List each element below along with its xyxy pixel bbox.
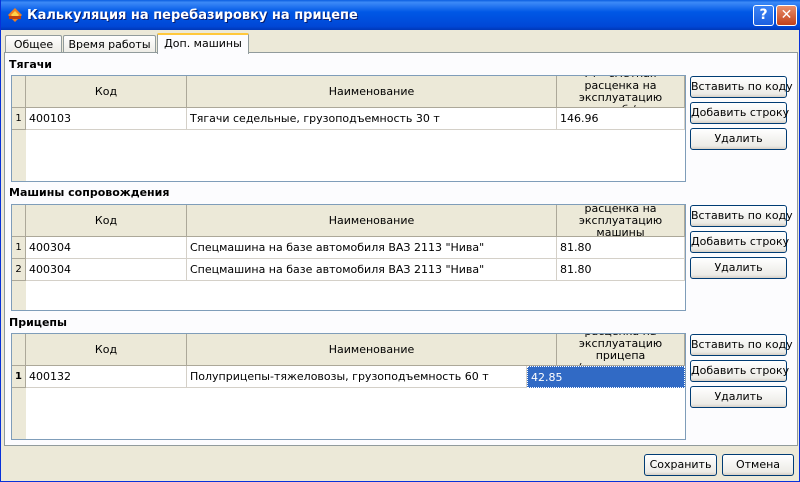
grid-empty-area [26,388,685,439]
cell-code[interactable]: 400132 [26,366,187,388]
grid-empty-area [26,130,685,181]
insert-by-code-button[interactable]: Вставить по коду [690,76,793,98]
window-title: Калькуляция на перебазировку на прицепе [27,8,358,23]
tab-extra-machines[interactable]: Доп. машины [157,33,249,54]
insert-by-code-button[interactable]: Вставить по коду [690,334,793,356]
section-title-trailers: Прицепы [9,316,67,329]
add-row-button[interactable]: Добавить строку [690,102,789,124]
close-button[interactable]: ✕ [776,5,797,26]
delete-button[interactable]: Удалить [690,257,787,279]
cell-rate[interactable]: 146.96 [557,108,685,130]
cell-code[interactable]: 400304 [26,259,187,281]
cell-rate-selected[interactable]: 42.85 [527,366,685,388]
row-number: 1 [12,366,26,388]
column-header-code[interactable]: Код [26,76,187,108]
column-header-name[interactable]: Наименование [187,205,557,237]
insert-by-code-button[interactable]: Вставить по коду [690,205,793,227]
trailers-grid[interactable]: Код Наименование Рпр - сметная расценка … [11,333,686,440]
cell-code[interactable]: 400304 [26,237,187,259]
cell-name[interactable]: Спецмашина на базе автомобиля ВАЗ 2113 "… [187,259,557,281]
column-header-code[interactable]: Код [26,334,187,366]
row-header-corner [12,334,26,366]
cell-code[interactable]: 400103 [26,108,187,130]
cell-name[interactable]: Полуприцепы-тяжеловозы, грузоподъемность… [187,366,527,388]
help-icon: ? [759,7,768,23]
escort-machines-grid[interactable]: Код Наименование Рмс - сметная расценка … [11,204,686,311]
grid-empty-area [26,281,685,310]
section-title-escort-machines: Машины сопровождения [9,186,170,199]
tab-general[interactable]: Общее [5,35,62,53]
column-header-rate[interactable]: Рт - сметная расценка на эксплуатацию тя… [557,76,685,108]
row-number: 1 [12,237,26,259]
delete-button[interactable]: Удалить [690,128,787,150]
close-icon: ✕ [780,7,793,23]
column-header-name[interactable]: Наименование [187,334,557,366]
tractors-grid[interactable]: Код Наименование Рт - сметная расценка н… [11,75,686,182]
title-bar[interactable]: Калькуляция на перебазировку на прицепе … [1,0,800,30]
column-header-code[interactable]: Код [26,205,187,237]
row-number: 1 [12,108,26,130]
tab-strip: Общее Время работы Доп. машины [1,33,800,54]
column-header-name[interactable]: Наименование [187,76,557,108]
cell-name[interactable]: Спецмашина на базе автомобиля ВАЗ 2113 "… [187,237,557,259]
column-header-rate[interactable]: Рпр - сметная расценка на эксплуатацию п… [557,334,685,366]
add-row-button[interactable]: Добавить строку [690,360,789,382]
row-header-corner [12,76,26,108]
row-number: 2 [12,259,26,281]
cell-name[interactable]: Тягачи седельные, грузоподъемность 30 т [187,108,557,130]
section-title-tractors: Тягачи [9,58,52,71]
app-icon [8,8,22,22]
row-header-corner [12,205,26,237]
tab-work-time[interactable]: Время работы [63,35,156,53]
delete-button[interactable]: Удалить [690,386,787,408]
cell-rate[interactable]: 81.80 [557,259,685,281]
help-button[interactable]: ? [753,5,774,26]
cell-rate[interactable]: 81.80 [557,237,685,259]
column-header-rate[interactable]: Рмс - сметная расценка на эксплуатацию м… [557,205,685,237]
save-button[interactable]: Сохранить [644,454,717,476]
cancel-button[interactable]: Отмена [722,454,794,476]
dialog-window: Калькуляция на перебазировку на прицепе … [0,0,800,482]
add-row-button[interactable]: Добавить строку [690,231,789,253]
